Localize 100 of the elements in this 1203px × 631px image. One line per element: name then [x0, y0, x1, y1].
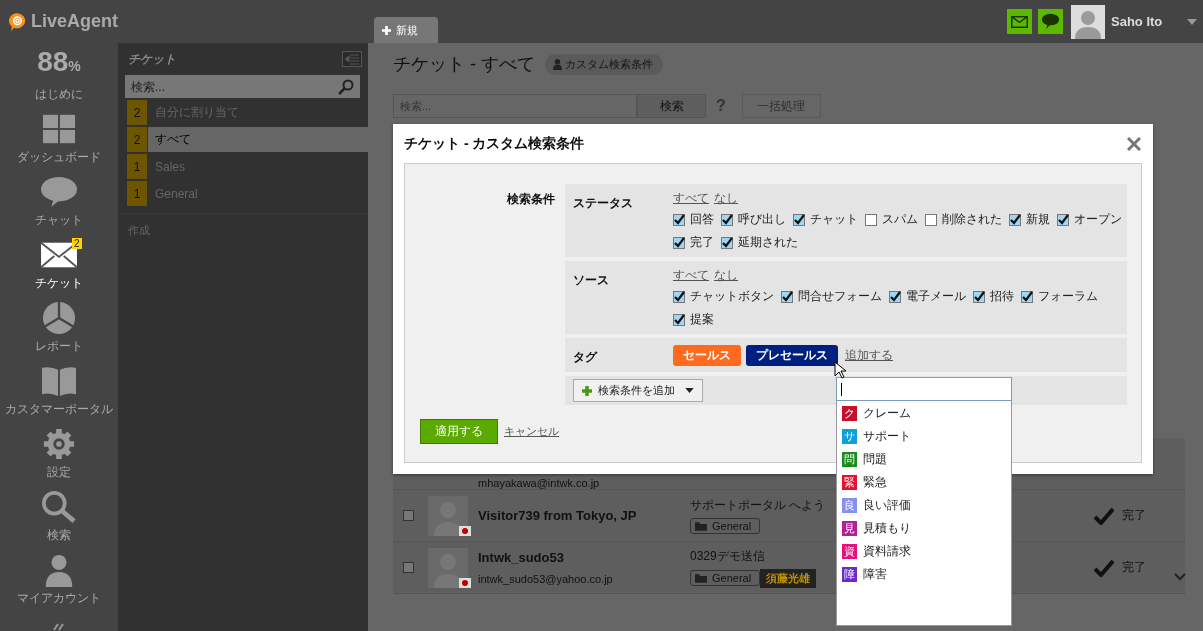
folder-icon	[695, 521, 707, 531]
scroll-down-icon[interactable]	[1174, 573, 1186, 581]
checkbox[interactable]	[673, 290, 685, 303]
tag-option[interactable]: 資 資料請求	[837, 540, 1011, 563]
add-tag-link[interactable]: 追加する	[845, 346, 893, 364]
section-label: タグ	[573, 349, 599, 366]
checkbox-label: スパム	[882, 211, 918, 228]
checkbox[interactable]	[673, 213, 685, 226]
criteria-label: 検索条件	[506, 191, 556, 208]
collapse-icon[interactable]	[52, 623, 66, 631]
tag-chip[interactable]: プレセールス	[746, 344, 838, 366]
department-tag: General	[690, 570, 761, 586]
tag-option[interactable]: 問 問題	[837, 448, 1011, 471]
checkbox-label: フォーラム	[1038, 288, 1098, 305]
checkbox[interactable]	[721, 236, 733, 249]
tag-color-marker: サ	[842, 429, 857, 444]
checkbox[interactable]	[1021, 290, 1033, 303]
nav-label: マイアカウント	[17, 590, 101, 607]
avatar[interactable]	[1071, 4, 1105, 39]
page-title: チケット - すべて	[393, 53, 535, 76]
contact-name: Visitor739 from Tokyo, JP	[478, 508, 638, 523]
checkbox-label: オープン	[1074, 211, 1122, 228]
speech-bubble-icon	[39, 175, 79, 209]
checkmark-icon	[1094, 506, 1114, 525]
select-all-link[interactable]: すべて	[673, 190, 709, 207]
book-icon	[39, 364, 79, 398]
count-badge: 2	[72, 238, 82, 249]
checkbox[interactable]	[673, 236, 685, 249]
checkbox[interactable]	[403, 562, 414, 573]
checkbox-label: 回答	[690, 211, 714, 228]
checkbox[interactable]	[1057, 213, 1069, 226]
search-icon[interactable]	[338, 79, 354, 95]
department-tag: General	[690, 518, 761, 534]
caret-icon[interactable]	[1187, 18, 1197, 25]
avatar-icon	[428, 547, 472, 588]
checkbox[interactable]	[721, 213, 733, 226]
tag-color-marker: 資	[842, 544, 857, 559]
tag-option[interactable]: ク クレーム	[837, 402, 1011, 425]
checkbox[interactable]	[865, 213, 877, 226]
checkmark-icon	[1094, 558, 1114, 577]
nav-label: チャット	[35, 212, 83, 229]
checkbox[interactable]	[973, 290, 985, 303]
nav-item[interactable]: 2 チケット	[0, 232, 118, 295]
select-none-link[interactable]: なし	[714, 267, 738, 284]
tag-input[interactable]	[836, 377, 1012, 401]
person-icon	[553, 58, 562, 70]
search-field[interactable]: 検索...	[125, 75, 360, 98]
checkbox[interactable]	[781, 290, 793, 303]
cancel-link[interactable]: キャンセル	[504, 424, 559, 439]
dialog-title: チケット - カスタム検索条件	[404, 134, 585, 153]
search-button[interactable]: 検索	[637, 94, 706, 118]
status-label: 完了	[1122, 507, 1146, 524]
panel-title: チケット	[128, 50, 176, 68]
checkbox-label: 招待	[990, 288, 1014, 305]
checkbox[interactable]	[925, 213, 937, 226]
tag-option[interactable]: 見 見積もり	[837, 517, 1011, 540]
new-tab[interactable]: 新規	[374, 17, 438, 43]
tag-chip[interactable]: セールス	[673, 344, 741, 366]
checkbox-label: 延期された	[738, 234, 798, 251]
checkbox-label: 問合せフォーム	[798, 288, 882, 305]
contact-name: Intwk_sudo53	[478, 550, 565, 565]
apply-button[interactable]: 適用する	[420, 419, 498, 444]
select-none-link[interactable]: なし	[714, 190, 738, 207]
nav-item[interactable]: 設定	[0, 421, 118, 484]
speech-bubble-icon[interactable]	[1038, 9, 1063, 34]
add-criteria-button[interactable]: 検索条件を追加	[573, 379, 703, 402]
nav-item[interactable]: ダッシュボード	[0, 106, 118, 169]
nav-item[interactable]: カスタマーポータル	[0, 358, 118, 421]
checkbox[interactable]	[403, 510, 414, 521]
tag-option[interactable]: サ サポート	[837, 425, 1011, 448]
user-name[interactable]: Saho Ito	[1111, 14, 1181, 29]
nav-item[interactable]: チャット	[0, 169, 118, 232]
checkbox[interactable]	[1009, 213, 1021, 226]
close-icon[interactable]	[1127, 136, 1141, 151]
nav-label: カスタマーポータル	[5, 401, 113, 418]
nav-label: 検索	[47, 527, 71, 544]
checkbox[interactable]	[793, 213, 805, 226]
checkbox[interactable]	[673, 313, 685, 326]
nav-label: はじめに	[35, 86, 83, 103]
tag-color-marker: 見	[842, 521, 857, 536]
count-badge: 2	[127, 100, 147, 125]
nav-label: チケット	[35, 275, 83, 292]
search-icon	[39, 490, 79, 524]
tag-option[interactable]: 障 障害	[837, 563, 1011, 586]
plus-icon	[382, 25, 391, 35]
count-badge: 1	[127, 181, 147, 206]
select-all-link[interactable]: すべて	[673, 267, 709, 284]
filter-chip[interactable]: カスタム検索条件	[545, 53, 663, 75]
envelope-icon[interactable]	[1007, 9, 1032, 34]
tag-option[interactable]: 良 良い評価	[837, 494, 1011, 517]
nav-item[interactable]: マイアカウント	[0, 547, 118, 610]
nav-item[interactable]: レポート	[0, 295, 118, 358]
checkbox[interactable]	[889, 290, 901, 303]
section-label: ソース	[573, 272, 610, 289]
tag-color-marker: 緊	[842, 475, 857, 490]
filter-item[interactable]: 2 すべて	[127, 127, 368, 152]
nav-item[interactable]: 88% はじめに	[0, 43, 118, 106]
caret-icon	[685, 388, 694, 393]
contact-email: intwk_sudo53@yahoo.co.jp	[478, 573, 614, 585]
nav-item[interactable]: 検索	[0, 484, 118, 547]
